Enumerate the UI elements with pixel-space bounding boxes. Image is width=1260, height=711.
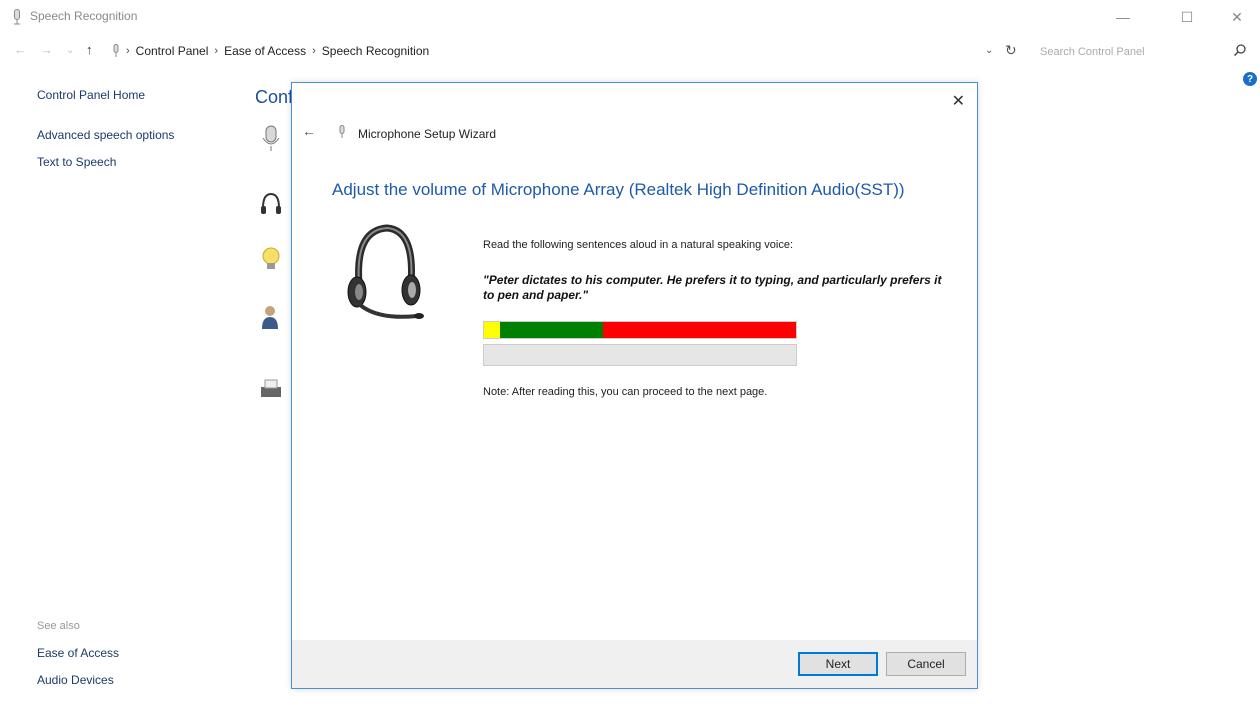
user-training-icon[interactable] (257, 303, 285, 331)
volume-meter (483, 321, 797, 339)
help-icon[interactable]: ? (1243, 72, 1257, 86)
audio-devices-link[interactable]: Audio Devices (37, 673, 114, 687)
volume-meter-yellow-segment (484, 322, 500, 338)
window-title: Speech Recognition (30, 9, 138, 23)
ease-of-access-link[interactable]: Ease of Access (37, 646, 119, 660)
headset-icon[interactable] (257, 190, 285, 218)
search-input[interactable] (1030, 41, 1220, 63)
see-also-label: See also (37, 620, 80, 632)
forward-arrow-icon[interactable]: → (40, 42, 53, 57)
maximize-button[interactable]: ☐ (1164, 0, 1210, 34)
light-bulb-icon[interactable] (257, 245, 285, 273)
advanced-speech-options-link[interactable]: Advanced speech options (37, 128, 174, 142)
search-icon[interactable] (1233, 43, 1247, 57)
dialog-title: Microphone Setup Wizard (358, 127, 497, 141)
breadcrumb-separator: › (312, 45, 316, 57)
refresh-icon[interactable]: ↻ (1005, 42, 1017, 59)
breadcrumb: › Control Panel › Ease of Access › Speec… (112, 44, 429, 58)
volume-meter-green-segment (500, 322, 603, 338)
note-text: Note: After reading this, you can procee… (483, 386, 768, 398)
volume-meter-red-segment (603, 322, 796, 338)
next-button[interactable]: Next (798, 652, 878, 676)
cancel-button[interactable]: Cancel (886, 652, 966, 676)
recent-locations-chevron-icon[interactable]: ⌄ (66, 45, 74, 56)
dialog-footer: Next Cancel (292, 640, 977, 688)
microphone-icon (14, 9, 20, 25)
headset-icon (347, 224, 424, 319)
back-arrow-icon[interactable]: ← (14, 42, 27, 57)
address-dropdown-chevron-icon[interactable]: ⌄ (985, 45, 993, 56)
instruction-text: Read the following sentences aloud in a … (483, 239, 794, 251)
search-box (1030, 40, 1255, 64)
breadcrumb-control-panel[interactable]: Control Panel (136, 44, 209, 58)
dialog-back-arrow-icon[interactable]: ← (302, 123, 316, 139)
up-arrow-icon[interactable]: ↑ (86, 42, 93, 57)
dialog-heading: Adjust the volume of Microphone Array (R… (332, 180, 905, 199)
address-bar: ← → ⌄ ↑ › Control Panel › Ease of Access… (0, 36, 1260, 66)
printer-icon[interactable] (257, 375, 285, 403)
breadcrumb-ease-of-access[interactable]: Ease of Access (224, 44, 306, 58)
control-panel-home-link[interactable]: Control Panel Home (37, 88, 145, 102)
reading-progress-bar (483, 344, 797, 366)
page-heading: Conf (255, 87, 294, 107)
dialog-close-button[interactable]: ✕ (952, 91, 965, 111)
minimize-button[interactable]: — (1100, 0, 1146, 34)
title-bar: Speech Recognition — ☐ ✕ (0, 0, 1260, 34)
microphone-setup-dialog: ✕ ← Microphone Setup Wizard Adjust the v… (291, 82, 978, 689)
microphone-icon[interactable] (257, 124, 285, 152)
close-window-button[interactable]: ✕ (1214, 0, 1260, 34)
breadcrumb-speech-recognition[interactable]: Speech Recognition (322, 44, 429, 58)
read-aloud-sentence: "Peter dictates to his computer. He pref… (483, 273, 942, 302)
breadcrumb-separator: › (214, 45, 219, 57)
microphone-icon (339, 125, 345, 138)
breadcrumb-separator: › (126, 45, 130, 57)
microphone-icon (113, 44, 119, 57)
text-to-speech-link[interactable]: Text to Speech (37, 155, 116, 169)
